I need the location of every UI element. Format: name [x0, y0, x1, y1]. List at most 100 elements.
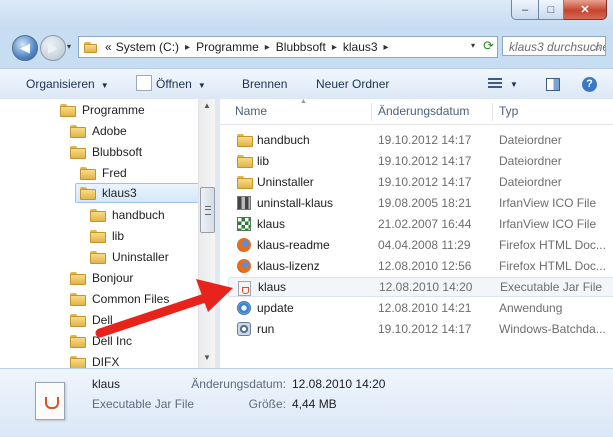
change-view-button[interactable]: ▼: [488, 75, 518, 93]
chevron-down-icon: ▼: [510, 79, 518, 89]
search-input[interactable]: klaus3 durchsuchen ⌕: [502, 36, 606, 56]
tree-item-dell-inc[interactable]: Dell Inc: [70, 331, 132, 351]
folder-icon: [90, 250, 106, 264]
navigation-scrollbar[interactable]: ▲ ▼: [198, 99, 216, 368]
file-date: 12.08.2010 14:20: [379, 280, 473, 294]
column-header-name[interactable]: Name: [229, 99, 267, 124]
minimize-button[interactable]: –: [511, 0, 539, 20]
column-header-date[interactable]: Änderungsdatum: [372, 99, 469, 124]
back-button[interactable]: ◀: [12, 35, 38, 61]
tree-item-common-files[interactable]: Common Files: [70, 289, 169, 309]
file-row[interactable]: Uninstaller 19.10.2012 14:17 Dateiordner: [228, 172, 613, 192]
breadcrumb-separator-icon[interactable]: ▸: [380, 42, 393, 53]
file-row[interactable]: handbuch 19.10.2012 14:17 Dateiordner: [228, 130, 613, 150]
file-type: IrfanView ICO File: [499, 217, 597, 231]
address-dropdown-icon[interactable]: ▾: [471, 41, 475, 50]
breadcrumb-klaus3[interactable]: klaus3: [341, 40, 380, 54]
breadcrumb-blubbsoft[interactable]: Blubbsoft: [274, 40, 328, 54]
scroll-down-icon[interactable]: ▼: [203, 353, 211, 362]
file-row[interactable]: klaus 21.02.2007 16:44 IrfanView ICO Fil…: [228, 214, 613, 234]
file-list: ▲ Name Änderungsdatum Typ handbuch 19.10…: [220, 99, 613, 368]
file-row[interactable]: run 19.10.2012 14:17 Windows-Batchda...: [228, 319, 613, 339]
file-row[interactable]: klaus-lizenz 12.08.2010 12:56 Firefox HT…: [228, 256, 613, 276]
file-date: 19.10.2012 14:17: [378, 154, 472, 168]
maximize-button[interactable]: □: [539, 0, 564, 20]
title-bar: – □ ✕: [0, 0, 613, 30]
folder-icon: [90, 208, 106, 222]
file-row[interactable]: klaus-readme 04.04.2008 11:29 Firefox HT…: [228, 235, 613, 255]
file-date: 12.08.2010 12:56: [378, 259, 472, 273]
tree-item-bonjour[interactable]: Bonjour: [70, 268, 133, 288]
open-button[interactable]: Öffnen ▼: [136, 69, 206, 99]
tree-item-handbuch[interactable]: handbuch: [90, 205, 165, 225]
help-button[interactable]: ?: [582, 75, 597, 93]
jar-file-icon: [35, 382, 65, 420]
open-label: Öffnen: [156, 77, 192, 91]
file-name: klaus: [258, 280, 287, 294]
refresh-icon[interactable]: ⟳: [483, 38, 494, 54]
breadcrumb-separator-icon[interactable]: ▸: [181, 42, 194, 53]
tree-item-fred[interactable]: Fred: [80, 163, 127, 183]
organize-button[interactable]: Organisieren ▼: [26, 69, 109, 99]
grip-icon: [205, 206, 211, 215]
tree-item-label: Programme: [82, 103, 145, 117]
folder-icon: [80, 186, 96, 200]
folder-icon: [60, 103, 76, 117]
folder-icon: [237, 154, 253, 168]
close-button[interactable]: ✕: [564, 0, 607, 20]
ico-file-icon: [237, 196, 253, 210]
file-row[interactable]: update 12.08.2010 14:21 Anwendung: [228, 298, 613, 318]
file-name: Uninstaller: [257, 175, 314, 189]
file-type: IrfanView ICO File: [499, 196, 597, 210]
search-icon: ⌕: [594, 40, 601, 54]
batch-file-icon: [237, 322, 253, 336]
breadcrumb-system-c[interactable]: System (C:): [114, 40, 181, 54]
burn-button[interactable]: Brennen: [242, 69, 287, 99]
file-date: 21.02.2007 16:44: [378, 217, 472, 231]
tree-item-label: Adobe: [92, 124, 127, 138]
tree-item-programme[interactable]: Programme: [60, 100, 145, 120]
tree-item-label: DIFX: [92, 355, 120, 368]
details-file-name: klaus: [92, 377, 121, 391]
file-type: Windows-Batchda...: [499, 322, 606, 336]
file-type: Executable Jar File: [500, 280, 603, 294]
tree-item-dell[interactable]: Dell: [70, 310, 113, 330]
scroll-up-icon[interactable]: ▲: [203, 101, 211, 110]
file-row-selected[interactable]: klaus 12.08.2010 14:20 Executable Jar Fi…: [228, 277, 613, 297]
folder-icon: [70, 271, 86, 285]
scrollbar-thumb[interactable]: [200, 187, 215, 233]
tree-item-klaus3[interactable]: klaus3: [75, 183, 198, 203]
file-type: Firefox HTML Doc...: [499, 259, 606, 273]
firefox-icon: [237, 259, 253, 273]
tree-item-label: Common Files: [92, 292, 170, 306]
breadcrumb-separator-icon[interactable]: ▸: [328, 42, 341, 53]
tree-item-uninstaller[interactable]: Uninstaller: [90, 247, 169, 267]
tree-item-label: Uninstaller: [112, 250, 169, 264]
folder-icon: [70, 292, 86, 306]
file-type: Dateiordner: [499, 133, 562, 147]
file-name: handbuch: [257, 133, 310, 147]
file-row[interactable]: lib 19.10.2012 14:17 Dateiordner: [228, 151, 613, 171]
sort-caret-icon: ▲: [300, 99, 307, 105]
folder-icon: [80, 166, 96, 180]
file-row[interactable]: uninstall-klaus 19.08.2005 18:21 IrfanVi…: [228, 193, 613, 213]
tree-item-label: Dell: [92, 313, 113, 327]
breadcrumb-programme[interactable]: Programme: [194, 40, 261, 54]
tree-item-blubbsoft[interactable]: Blubbsoft: [70, 142, 142, 162]
folder-icon: [70, 355, 86, 368]
tree-item-lib[interactable]: lib: [90, 226, 124, 246]
new-folder-button[interactable]: Neuer Ordner: [316, 69, 389, 99]
address-bar[interactable]: « System (C:) ▸ Programme ▸ Blubbsoft ▸ …: [78, 36, 498, 58]
details-pane: klaus Executable Jar File Änderungsdatum…: [0, 368, 613, 437]
ico-file-icon: [237, 217, 253, 231]
recent-pages-dropdown[interactable]: ▾: [67, 42, 71, 51]
breadcrumb-separator-icon[interactable]: ▸: [261, 42, 274, 53]
column-header-type[interactable]: Typ: [493, 99, 518, 124]
tree-item-difx[interactable]: DIFX: [70, 352, 119, 368]
tree-item-adobe[interactable]: Adobe: [70, 121, 127, 141]
search-placeholder: klaus3 durchsuchen: [509, 40, 606, 54]
forward-button[interactable]: ▶: [40, 35, 66, 61]
file-type: Anwendung: [499, 301, 563, 315]
breadcrumb-overflow[interactable]: «: [103, 40, 114, 54]
preview-pane-button[interactable]: [546, 75, 560, 93]
